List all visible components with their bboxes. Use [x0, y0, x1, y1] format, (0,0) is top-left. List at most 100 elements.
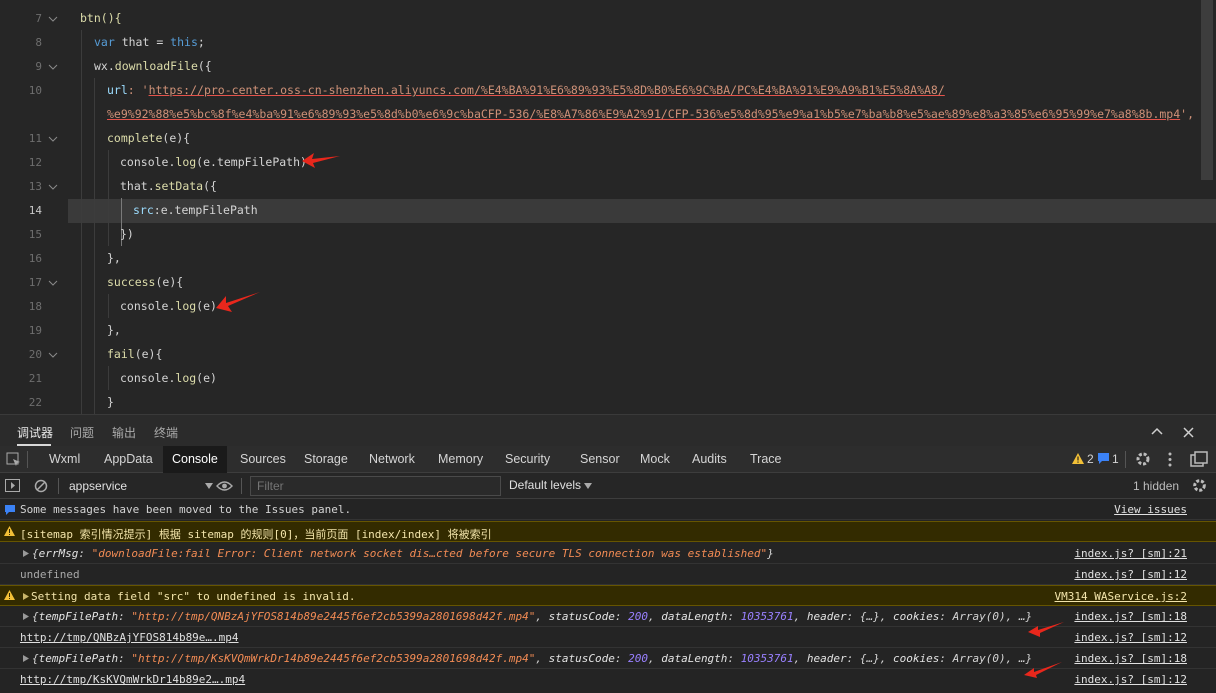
gear-icon[interactable]	[1135, 451, 1151, 467]
indent-guide	[81, 30, 82, 414]
temp-file-link[interactable]: http://tmp/QNBzAjYFOS814b89e….mp4	[20, 631, 239, 644]
source-link[interactable]: index.js? [sm]:12	[1074, 631, 1187, 644]
code-line-16: },	[107, 251, 121, 265]
toolbar-divider	[241, 478, 242, 494]
fold-chevron-icon[interactable]	[48, 16, 58, 23]
indent-guide	[108, 294, 109, 318]
close-icon[interactable]	[1183, 427, 1194, 438]
line-number: 19	[28, 324, 42, 337]
tab-trace[interactable]: Trace	[748, 446, 784, 473]
tab-mock[interactable]: Mock	[638, 446, 672, 473]
toolbar-divider	[1125, 451, 1126, 468]
clear-console-icon[interactable]	[34, 479, 48, 493]
devtools-toolbar: Wxml AppData Console Sources Storage Net…	[0, 446, 1216, 473]
warning-icon	[1072, 453, 1084, 464]
line-number: 16	[28, 252, 42, 265]
tab-sources[interactable]: Sources	[238, 446, 288, 473]
source-link[interactable]: VM314 WAService.js:2	[1055, 590, 1187, 603]
line-number: 17	[28, 276, 42, 289]
dock-side-icon[interactable]	[1190, 451, 1208, 467]
line-number: 20	[28, 348, 42, 361]
line-number: 9	[35, 60, 42, 73]
panel-tab-bar: 调试器 问题 输出 终端	[0, 414, 1216, 446]
line-number-active: 14	[28, 204, 42, 217]
line-number: 21	[28, 372, 42, 385]
tab-debugger[interactable]: 调试器	[17, 424, 53, 441]
toolbar-divider	[58, 478, 59, 494]
fold-chevron-icon[interactable]	[48, 184, 58, 191]
indent-guide	[108, 150, 109, 246]
inspect-element-icon[interactable]	[6, 452, 21, 467]
code-line-22: }	[107, 395, 114, 409]
chevron-up-icon[interactable]	[1151, 427, 1163, 435]
warning-icon	[4, 526, 15, 536]
code-line-11: complete(e){	[107, 131, 191, 145]
info-count[interactable]: 1	[1110, 446, 1121, 473]
code-editor[interactable]: 7 8 9 10 11 12 13 14 15 16 17 18 19 20 2…	[0, 0, 1216, 414]
tab-problems[interactable]: 问题	[70, 424, 94, 441]
code-line-10-wrap: %e9%92%88%e5%bc%8f%e4%ba%91%e6%89%93%e5%…	[107, 107, 1195, 121]
tab-appdata[interactable]: AppData	[102, 446, 155, 473]
url-string: %e9%92%88%e5%bc%8f%e4%ba%91%e6%89%93%e5%…	[107, 107, 1181, 121]
indent-guide	[94, 78, 95, 414]
warning-icon	[4, 590, 15, 600]
source-link[interactable]: index.js? [sm]:21	[1074, 547, 1187, 560]
console-output: Some messages have been moved to the Iss…	[0, 499, 1216, 693]
code-line-9: wx.downloadFile({	[94, 59, 212, 73]
code-line-7: btn(){	[80, 11, 122, 25]
context-selector[interactable]: appservice	[69, 479, 127, 493]
info-message-icon	[5, 505, 15, 515]
console-message-warning: [sitemap 索引情况提示] 根据 sitemap 的规则[0]，当前页面 …	[0, 521, 1216, 542]
tab-output[interactable]: 输出	[112, 424, 136, 441]
annotation-arrow	[1028, 622, 1064, 637]
line-number: 8	[35, 36, 42, 49]
console-settings-gear-icon[interactable]	[1192, 478, 1207, 493]
code-line-12: console.log(e.tempFilePath)	[120, 155, 307, 169]
expand-triangle-icon[interactable]	[23, 613, 29, 620]
eye-icon[interactable]	[216, 480, 233, 492]
warning-count[interactable]: 2	[1085, 446, 1096, 473]
source-link[interactable]: index.js? [sm]:12	[1074, 568, 1187, 581]
source-link[interactable]: index.js? [sm]:18	[1074, 610, 1187, 623]
line-number: 22	[28, 396, 42, 409]
code-line-21: console.log(e)	[120, 371, 217, 385]
fold-chevron-icon[interactable]	[48, 64, 58, 71]
tab-security[interactable]: Security	[503, 446, 552, 473]
console-filter-bar: appservice Default levels 1 hidden	[0, 473, 1216, 499]
tab-sensor[interactable]: Sensor	[578, 446, 622, 473]
view-issues-link[interactable]: View issues	[1114, 503, 1187, 516]
line-number: 18	[28, 300, 42, 313]
dropdown-arrow-icon[interactable]	[205, 483, 213, 489]
tab-terminal[interactable]: 终端	[154, 424, 178, 441]
more-options-icon[interactable]	[1168, 452, 1172, 467]
tab-network[interactable]: Network	[367, 446, 417, 473]
fold-chevron-icon[interactable]	[48, 136, 58, 143]
console-message-warning: Setting data field "src" to undefined is…	[0, 585, 1216, 606]
expand-triangle-icon[interactable]	[23, 655, 29, 662]
console-log: undefined index.js? [sm]:12	[0, 564, 1216, 585]
code-line-8: var that = this;	[94, 35, 205, 49]
expand-triangle-icon[interactable]	[23, 593, 29, 600]
tab-wxml[interactable]: Wxml	[47, 446, 82, 473]
fold-chevron-icon[interactable]	[48, 280, 58, 287]
source-link[interactable]: index.js? [sm]:12	[1074, 673, 1187, 686]
tab-storage[interactable]: Storage	[302, 446, 350, 473]
line-number: 12	[28, 156, 42, 169]
source-link[interactable]: index.js? [sm]:18	[1074, 652, 1187, 665]
expand-triangle-icon[interactable]	[23, 550, 29, 557]
line-number: 7	[35, 12, 42, 25]
code-line-17: success(e){	[107, 275, 184, 289]
code-line-15: })	[120, 227, 134, 241]
editor-scrollbar[interactable]	[1201, 0, 1213, 180]
console-log-object[interactable]: {errMsg: "downloadFile:fail Error: Clien…	[0, 543, 1216, 564]
line-number: 13	[28, 180, 42, 193]
dropdown-arrow-icon[interactable]	[584, 483, 592, 489]
filter-input[interactable]	[250, 476, 501, 496]
temp-file-link[interactable]: http://tmp/KsKVQmWrkDr14b89e2….mp4	[20, 673, 245, 686]
log-levels-dropdown[interactable]: Default levels	[509, 478, 581, 492]
sidebar-toggle-icon[interactable]	[5, 479, 20, 492]
tab-memory[interactable]: Memory	[436, 446, 485, 473]
fold-chevron-icon[interactable]	[48, 352, 58, 359]
tab-audits[interactable]: Audits	[690, 446, 729, 473]
tab-console[interactable]: Console	[163, 446, 227, 473]
